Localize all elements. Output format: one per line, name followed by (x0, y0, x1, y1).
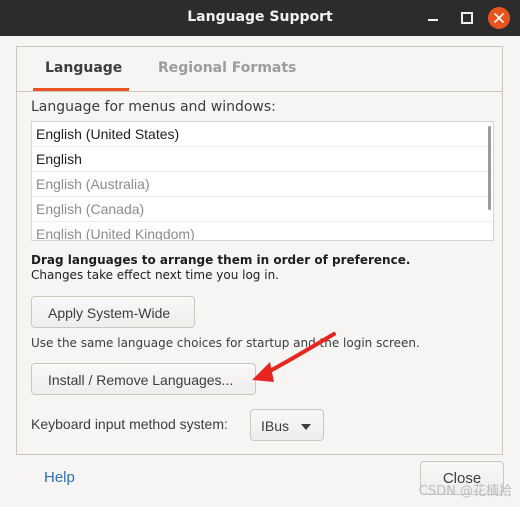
language-list[interactable]: English (United States) English English … (31, 121, 494, 241)
notebook: Language Regional Formats Language for m… (16, 46, 503, 455)
maximize-icon[interactable] (458, 9, 476, 27)
tab-language[interactable]: Language (45, 60, 122, 76)
apply-system-wide-button[interactable]: Apply System-Wide (31, 296, 195, 328)
list-item[interactable]: English (Canada) (32, 197, 493, 222)
help-button[interactable]: Help (44, 469, 75, 486)
language-list-caption: Language for menus and windows: (31, 99, 276, 115)
list-item[interactable]: English (32, 147, 493, 172)
list-item[interactable]: English (United Kingdom) (32, 222, 493, 240)
titlebar[interactable]: Language Support (0, 0, 520, 36)
close-icon[interactable] (488, 7, 510, 29)
drag-hint-bold: Drag languages to arrange them in order … (31, 253, 411, 267)
minimize-icon[interactable] (424, 9, 442, 27)
keyboard-input-value: IBus (261, 418, 290, 434)
tab-regional-formats[interactable]: Regional Formats (158, 60, 296, 76)
scrollbar-thumb[interactable] (488, 126, 491, 210)
watermark: CSDN @花楠拾 (418, 484, 512, 499)
window-title: Language Support (187, 9, 333, 25)
drag-hint-note: Changes take effect next time you log in… (31, 268, 279, 282)
active-tab-indicator (33, 88, 129, 91)
keyboard-input-label: Keyboard input method system: (31, 416, 228, 432)
language-support-window: Language Support Language Regional Forma… (0, 0, 520, 507)
list-item[interactable]: English (United States) (32, 122, 493, 147)
annotation-arrow-icon (252, 332, 336, 382)
list-item[interactable]: English (Australia) (32, 172, 493, 197)
tab-bar: Language Regional Formats (17, 47, 502, 92)
dropdown-arrow-icon (301, 424, 311, 430)
install-remove-languages-button[interactable]: Install / Remove Languages... (31, 363, 256, 395)
system-wide-note: Use the same language choices for startu… (31, 336, 420, 350)
keyboard-input-method-dropdown[interactable]: IBus (250, 409, 324, 441)
drag-hint: Drag languages to arrange them in order … (31, 253, 410, 283)
